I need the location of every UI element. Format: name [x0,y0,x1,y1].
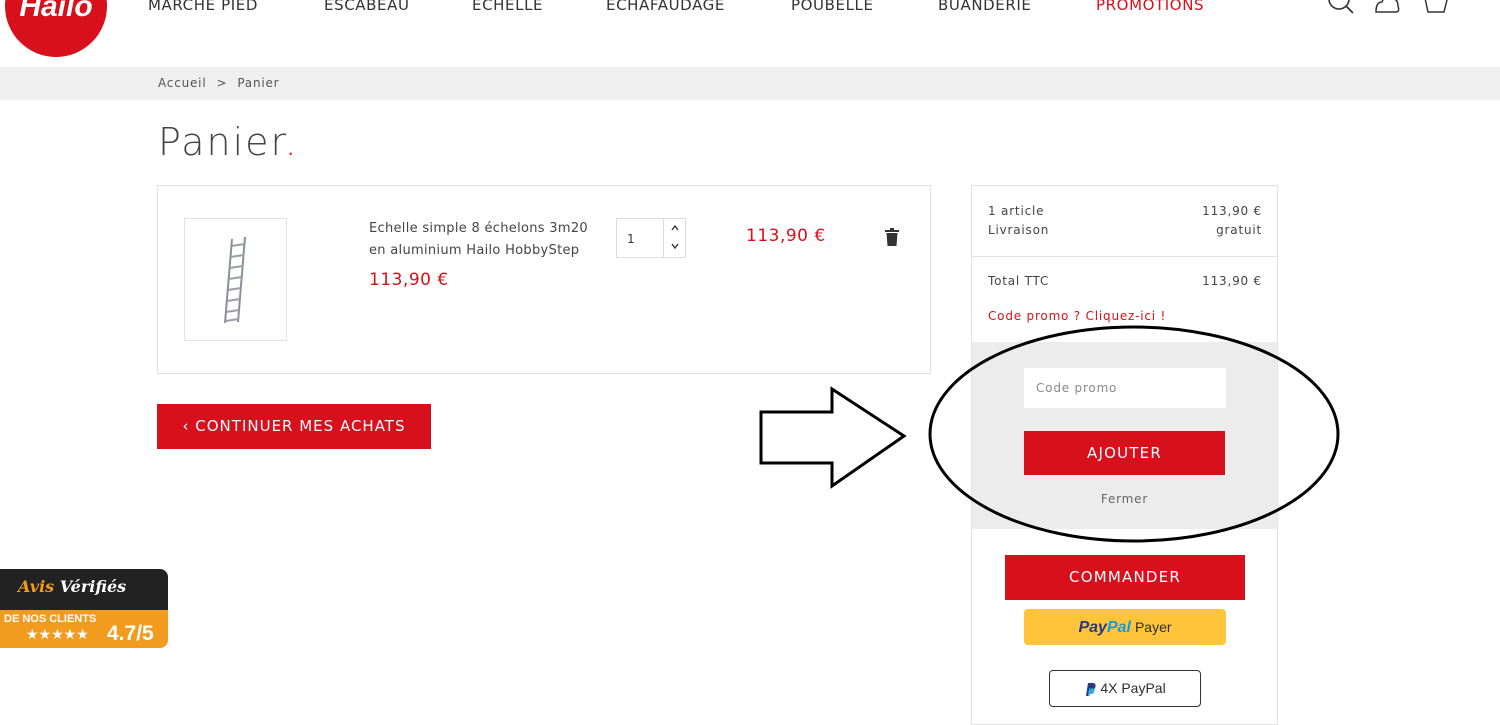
promo-code-link[interactable]: Code promo ? Cliquez-ici ! [988,309,1166,323]
badge-title-part1: Avis [18,577,55,596]
page-title: Panier. [158,120,299,164]
title-dot: . [284,120,299,164]
paypal-p-icon [1086,682,1096,696]
quantity-value[interactable]: 1 [627,232,635,246]
page-title-text: Panier [158,120,285,164]
paypal-4x-label: 4X PayPal [1100,680,1166,696]
nav-promotions[interactable]: PROMOTIONS [1096,0,1204,14]
summary-total-row: Total TTC 113,90 € [988,274,1262,288]
paypal-4x-button[interactable]: 4X PayPal [1049,670,1201,707]
total-label: Total TTC [988,274,1050,288]
summary-articles-row: 1 article 113,90 € [988,204,1262,218]
paypal-pay-button[interactable]: PayPal Payer [1024,609,1226,645]
total-value: 113,90 € [1202,274,1262,288]
cart-items-box: Echelle simple 8 échelons 3m20 en alumin… [157,185,931,374]
annotation-ellipse-icon [928,325,1340,543]
logo-text: Hailo [19,0,93,23]
badge-bottom: DE NOS CLIENTS ★★★★★ 4.7/5 [0,610,168,648]
summary-divider [972,256,1277,257]
product-thumbnail[interactable] [184,218,287,341]
badge-score: 4.7/5 [107,622,154,645]
site-header: Hailo MARCHE PIED ESCABEAU ECHELLE ECHAF… [0,0,1500,67]
delivery-value: gratuit [1216,223,1262,237]
product-name[interactable]: Echelle simple 8 échelons 3m20 en alumin… [369,218,609,262]
annotation-arrow-icon [759,386,907,489]
nav-echafaudage[interactable]: ECHAFAUDAGE [606,0,725,14]
breadcrumb-inner: Accueil > Panier [158,76,279,90]
order-button[interactable]: COMMANDER [1005,555,1245,600]
quantity-divider [663,219,664,257]
line-total-price: 113,90 € [746,226,826,246]
avis-verifies-badge[interactable]: Avis Vérifiés DE NOS CLIENTS ★★★★★ 4.7/5 [0,569,168,648]
cart-icon[interactable] [1418,0,1450,14]
quantity-stepper[interactable]: 1 [616,218,686,258]
continue-shopping-label: CONTINUER MES ACHATS [195,417,406,435]
trash-icon[interactable] [885,228,899,246]
articles-value: 113,90 € [1202,204,1262,218]
product-unit-price: 113,90 € [369,270,449,290]
nav-poubelle[interactable]: POUBELLE [791,0,874,14]
chevron-down-icon[interactable] [665,238,685,256]
breadcrumb-home[interactable]: Accueil [158,76,206,90]
hailo-logo[interactable]: Hailo [5,0,107,57]
continue-shopping-button[interactable]: ‹ CONTINUER MES ACHATS [157,404,431,449]
chevron-up-icon[interactable] [665,220,685,238]
nav-escabeau[interactable]: ESCABEAU [324,0,410,14]
paypal-payer-label: Payer [1134,619,1172,635]
badge-subtitle: DE NOS CLIENTS [4,613,97,625]
paypal-logo-pay: Pay [1078,619,1107,636]
chevron-left-icon: ‹ [182,417,190,435]
breadcrumb-current: Panier [237,76,280,90]
summary-delivery-row: Livraison gratuit [988,223,1262,237]
breadcrumb-separator: > [216,76,228,90]
delivery-label: Livraison [988,223,1050,237]
nav-echelle[interactable]: ECHELLE [472,0,543,14]
account-icon[interactable] [1372,0,1404,14]
star-rating-icon: ★★★★★ [26,627,89,643]
ladder-image [224,236,246,324]
nav-buanderie[interactable]: BUANDERIE [938,0,1032,14]
paypal-logo-pal: Pal [1106,619,1131,636]
badge-title-part2: Vérifiés [59,577,127,596]
search-icon[interactable] [1324,0,1356,14]
nav-marche-pied[interactable]: MARCHE PIED [148,0,258,14]
breadcrumb: Accueil > Panier [0,67,1500,100]
articles-label: 1 article [988,204,1045,218]
badge-title: Avis Vérifiés [18,577,126,596]
